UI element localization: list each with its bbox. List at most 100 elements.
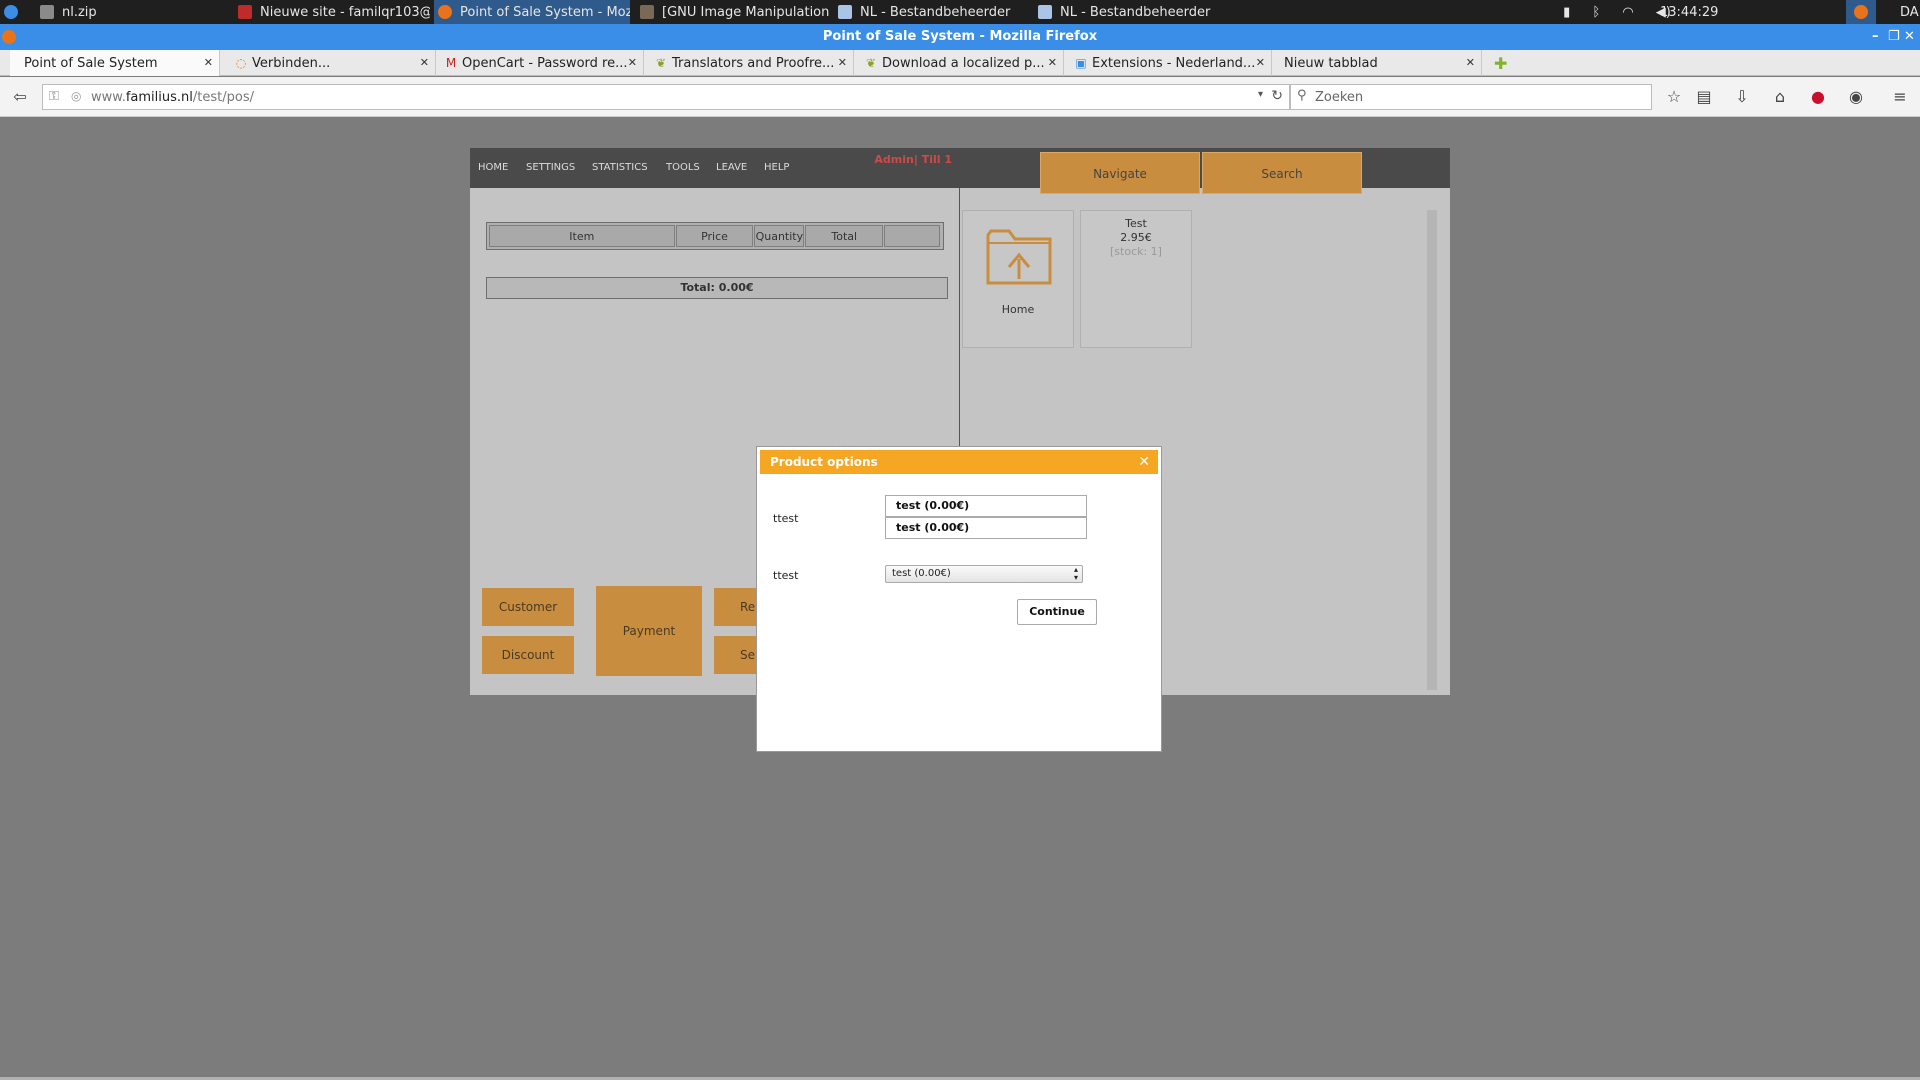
menu-icon[interactable]: ≡	[1888, 85, 1912, 109]
tab-point-of-sale[interactable]: Point of Sale System ✕	[10, 50, 220, 76]
nav-home[interactable]: HOME	[478, 162, 508, 173]
taskbar-item-file-manager-2[interactable]: NL - Bestandbeheerder	[1034, 0, 1230, 24]
tab-label: Nieuw tabblad	[1284, 55, 1378, 71]
tab-new[interactable]: Nieuw tabblad ✕	[1276, 50, 1482, 76]
tile-product-test[interactable]: Test 2.95€ [stock: 1]	[1080, 210, 1192, 348]
search-input[interactable]: ⚲ Zoeken	[1290, 84, 1652, 110]
taskbar-item-label: [GNU Image Manipulation ...	[662, 4, 832, 20]
taskbar-item-filezilla[interactable]: Nieuwe site - familqr103@...	[234, 0, 430, 24]
loading-icon: ◌	[235, 56, 247, 70]
taskbar-item-label: Point of Sale System - Moz...	[460, 4, 630, 20]
nav-statistics[interactable]: STATISTICS	[592, 162, 648, 173]
tab-label: Point of Sale System	[24, 55, 158, 71]
close-tab-icon[interactable]: ✕	[420, 56, 429, 69]
close-tab-icon[interactable]: ✕	[838, 56, 847, 69]
dialog-header: Product options ✕	[760, 450, 1158, 474]
clock[interactable]: 13:44:29	[1660, 0, 1718, 24]
maximize-icon[interactable]: ❐	[1888, 24, 1900, 50]
taskbar-item-firefox[interactable]: Point of Sale System - Moz...	[434, 0, 630, 24]
globe-icon: ◎	[71, 89, 82, 103]
tab-navigate[interactable]: Navigate	[1040, 152, 1200, 194]
taskbar-item-nl-zip[interactable]: nl.zip	[36, 0, 226, 24]
home-icon[interactable]: ⌂	[1768, 85, 1792, 109]
close-tab-icon[interactable]: ✕	[628, 56, 637, 69]
close-tab-icon[interactable]: ✕	[1256, 56, 1265, 69]
reload-icon[interactable]: ↻	[1271, 88, 1283, 104]
filezilla-icon	[238, 5, 252, 19]
column-quantity: Quantity	[754, 225, 805, 247]
column-item: Item	[489, 225, 675, 247]
bluetooth-icon[interactable]: ᛒ	[1592, 5, 1600, 20]
column-actions	[884, 225, 940, 247]
site-icon: ▣	[1075, 56, 1087, 70]
chat-icon[interactable]: ◉	[1844, 85, 1868, 109]
tab-label: Translators and Proofre...	[672, 55, 835, 71]
desktop-taskbar: nl.zip Nieuwe site - familqr103@... Poin…	[0, 0, 1920, 24]
download-icon[interactable]: ⇩	[1730, 85, 1754, 109]
new-tab-icon[interactable]: ✚	[1494, 54, 1507, 73]
pinterest-icon[interactable]: ●	[1806, 85, 1830, 109]
back-icon[interactable]: ⇦	[8, 85, 32, 109]
taskbar-item-label: NL - Bestandbeheerder	[1060, 4, 1211, 20]
keyboard-layout[interactable]: DA	[1900, 0, 1919, 24]
nav-help[interactable]: HELP	[764, 162, 789, 173]
tab-opencart[interactable]: M OpenCart - Password re... ✕	[438, 50, 644, 76]
option-label-1: ttest	[773, 512, 799, 525]
start-menu-icon	[4, 5, 18, 19]
firefox-icon	[438, 5, 452, 19]
nav-leave[interactable]: LEAVE	[716, 162, 747, 173]
nav-settings[interactable]: SETTINGS	[526, 162, 575, 173]
option-select[interactable]: test (0.00€) ▴ ▾	[885, 565, 1083, 583]
browser-tabstrip: Point of Sale System ✕ ◌ Verbinden... ✕ …	[0, 50, 1920, 76]
reading-list-icon[interactable]: ▤	[1692, 85, 1716, 109]
url-prefix: www.	[91, 89, 126, 105]
discount-button[interactable]: Discount	[482, 636, 574, 674]
folder-up-icon	[986, 229, 1052, 285]
battery-icon[interactable]: ▮	[1563, 5, 1570, 20]
tile-home-folder[interactable]: Home	[962, 210, 1074, 348]
site-identity-icon[interactable]: ⚿	[49, 89, 59, 104]
url-dropdown-icon[interactable]: ▾	[1258, 89, 1263, 100]
tab-download-localized[interactable]: ❦ Download a localized p... ✕	[858, 50, 1064, 76]
gmail-icon: M	[445, 56, 457, 70]
option-select-value: test (0.00€)	[892, 568, 951, 579]
url-path: /test/pos/	[192, 89, 254, 105]
tab-translators[interactable]: ❦ Translators and Proofre... ✕	[648, 50, 854, 76]
wifi-icon[interactable]: ◠	[1622, 5, 1633, 20]
order-table-header: Item Price Quantity Total	[486, 222, 944, 250]
payment-button[interactable]: Payment	[596, 586, 702, 676]
firefox-icon	[1854, 5, 1868, 19]
product-name: Test	[1125, 217, 1147, 230]
continue-button[interactable]: Continue	[1017, 599, 1097, 625]
tab-verbinden[interactable]: ◌ Verbinden... ✕	[228, 50, 436, 76]
search-placeholder: Zoeken	[1315, 89, 1364, 105]
close-tab-icon[interactable]: ✕	[204, 56, 213, 69]
tile-label: Home	[1001, 303, 1035, 316]
firefox-tray-icon[interactable]	[1846, 0, 1876, 24]
product-pane-header: Navigate Search	[960, 148, 1450, 194]
option-value-1a[interactable]: test (0.00€)	[885, 495, 1087, 517]
site-icon: ❦	[655, 56, 667, 70]
tab-label: Verbinden...	[252, 55, 331, 71]
minimize-icon[interactable]: –	[1872, 24, 1879, 50]
product-stock: [stock: 1]	[1110, 245, 1162, 258]
tab-extensions[interactable]: ▣ Extensions - Nederland... ✕	[1068, 50, 1272, 76]
bookmark-star-icon[interactable]: ☆	[1662, 85, 1686, 109]
column-price: Price	[675, 225, 754, 247]
option-value-1b[interactable]: test (0.00€)	[885, 517, 1087, 539]
close-tab-icon[interactable]: ✕	[1048, 56, 1057, 69]
url-bar[interactable]: ⚿ ◎ www. familius.nl/test/pos/ ▾ ↻	[42, 84, 1290, 110]
search-icon: ⚲	[1297, 88, 1307, 103]
start-menu-button[interactable]	[0, 0, 36, 24]
close-window-icon[interactable]: ✕	[1904, 24, 1915, 50]
nav-tools[interactable]: TOOLS	[666, 162, 700, 173]
taskbar-item-gimp[interactable]: [GNU Image Manipulation ...	[636, 0, 832, 24]
tab-search[interactable]: Search	[1202, 152, 1362, 194]
tab-label: OpenCart - Password re...	[462, 55, 628, 71]
close-icon[interactable]: ✕	[1138, 450, 1150, 474]
select-arrows-icon: ▴ ▾	[1073, 565, 1078, 582]
taskbar-item-file-manager[interactable]: NL - Bestandbeheerder	[834, 0, 1030, 24]
tab-label: Download a localized p...	[882, 55, 1045, 71]
customer-button[interactable]: Customer	[482, 588, 574, 626]
close-tab-icon[interactable]: ✕	[1466, 56, 1475, 69]
